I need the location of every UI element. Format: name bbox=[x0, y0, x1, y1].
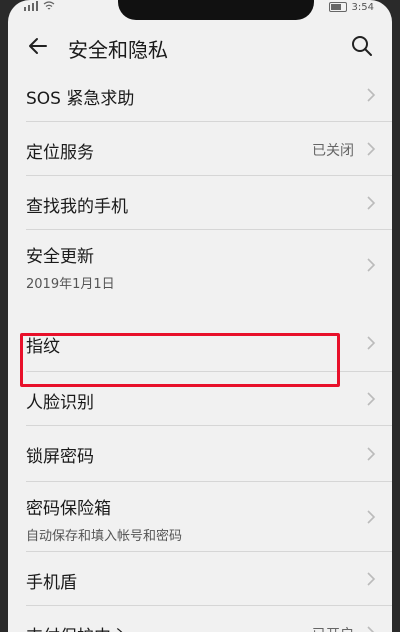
page-title: 安全和隐私 bbox=[68, 38, 168, 62]
chevron-right-icon bbox=[367, 447, 376, 461]
item-label: 指纹 bbox=[26, 337, 60, 357]
item-label: 手机盾 bbox=[26, 573, 77, 593]
chevron-right-icon bbox=[367, 88, 376, 102]
item-label: 密码保险箱 bbox=[26, 499, 111, 519]
settings-item-phone-shield[interactable]: 手机盾 bbox=[8, 552, 392, 606]
settings-item-fingerprint[interactable]: 指纹 bbox=[8, 318, 392, 372]
camera-notch bbox=[118, 0, 314, 20]
chevron-right-icon bbox=[367, 336, 376, 350]
chevron-right-icon bbox=[367, 142, 376, 156]
item-label: 安全更新 bbox=[26, 247, 94, 267]
status-time: 3:54 bbox=[351, 1, 374, 13]
chevron-right-icon bbox=[367, 510, 376, 524]
page-header: 安全和隐私 bbox=[8, 24, 392, 68]
settings-item-find-phone[interactable]: 查找我的手机 bbox=[8, 176, 392, 230]
signal-icon bbox=[24, 0, 38, 14]
status-bar-right: 3:54 bbox=[328, 0, 374, 14]
settings-item-sos[interactable]: SOS 紧急求助 bbox=[8, 68, 392, 122]
settings-item-payment-protection[interactable]: 支付保护中心 已开启 bbox=[8, 606, 392, 632]
chevron-right-icon bbox=[367, 196, 376, 210]
settings-item-face-recognition[interactable]: 人脸识别 bbox=[8, 372, 392, 426]
settings-item-lock-screen-password[interactable]: 锁屏密码 bbox=[8, 426, 392, 482]
settings-item-password-vault[interactable]: 密码保险箱 自动保存和填入帐号和密码 bbox=[8, 482, 392, 552]
chevron-right-icon bbox=[367, 258, 376, 272]
item-label: 支付保护中心 bbox=[26, 622, 128, 632]
item-value: 已关闭 bbox=[312, 143, 354, 159]
item-subtitle: 自动保存和填入帐号和密码 bbox=[26, 529, 183, 544]
settings-item-location[interactable]: 定位服务 已关闭 bbox=[8, 122, 392, 176]
settings-list: SOS 紧急求助 定位服务 已关闭 查找我的手机 安全更新 2019年1月1日 … bbox=[8, 68, 392, 632]
chevron-right-icon bbox=[367, 626, 375, 632]
battery-icon bbox=[328, 2, 347, 12]
settings-item-security-update[interactable]: 安全更新 2019年1月1日 bbox=[8, 230, 392, 300]
back-arrow-icon[interactable] bbox=[24, 32, 52, 60]
chevron-right-icon bbox=[367, 572, 376, 586]
chevron-right-icon bbox=[367, 392, 376, 406]
item-value: 已开启 bbox=[312, 624, 354, 632]
wifi-icon bbox=[43, 0, 55, 14]
item-label: 锁屏密码 bbox=[26, 447, 94, 467]
status-bar-left bbox=[24, 0, 55, 14]
phone-screen: 3:54 安全和隐私 SOS 紧急求助 定位服务 已关闭 查找我的手机 安全更新… bbox=[8, 0, 392, 632]
item-label: 人脸识别 bbox=[26, 393, 94, 413]
item-label: 定位服务 bbox=[26, 143, 94, 163]
item-label: SOS 紧急求助 bbox=[26, 89, 135, 109]
item-label: 查找我的手机 bbox=[26, 197, 128, 217]
search-icon[interactable] bbox=[348, 32, 376, 60]
item-subtitle: 2019年1月1日 bbox=[26, 277, 115, 292]
